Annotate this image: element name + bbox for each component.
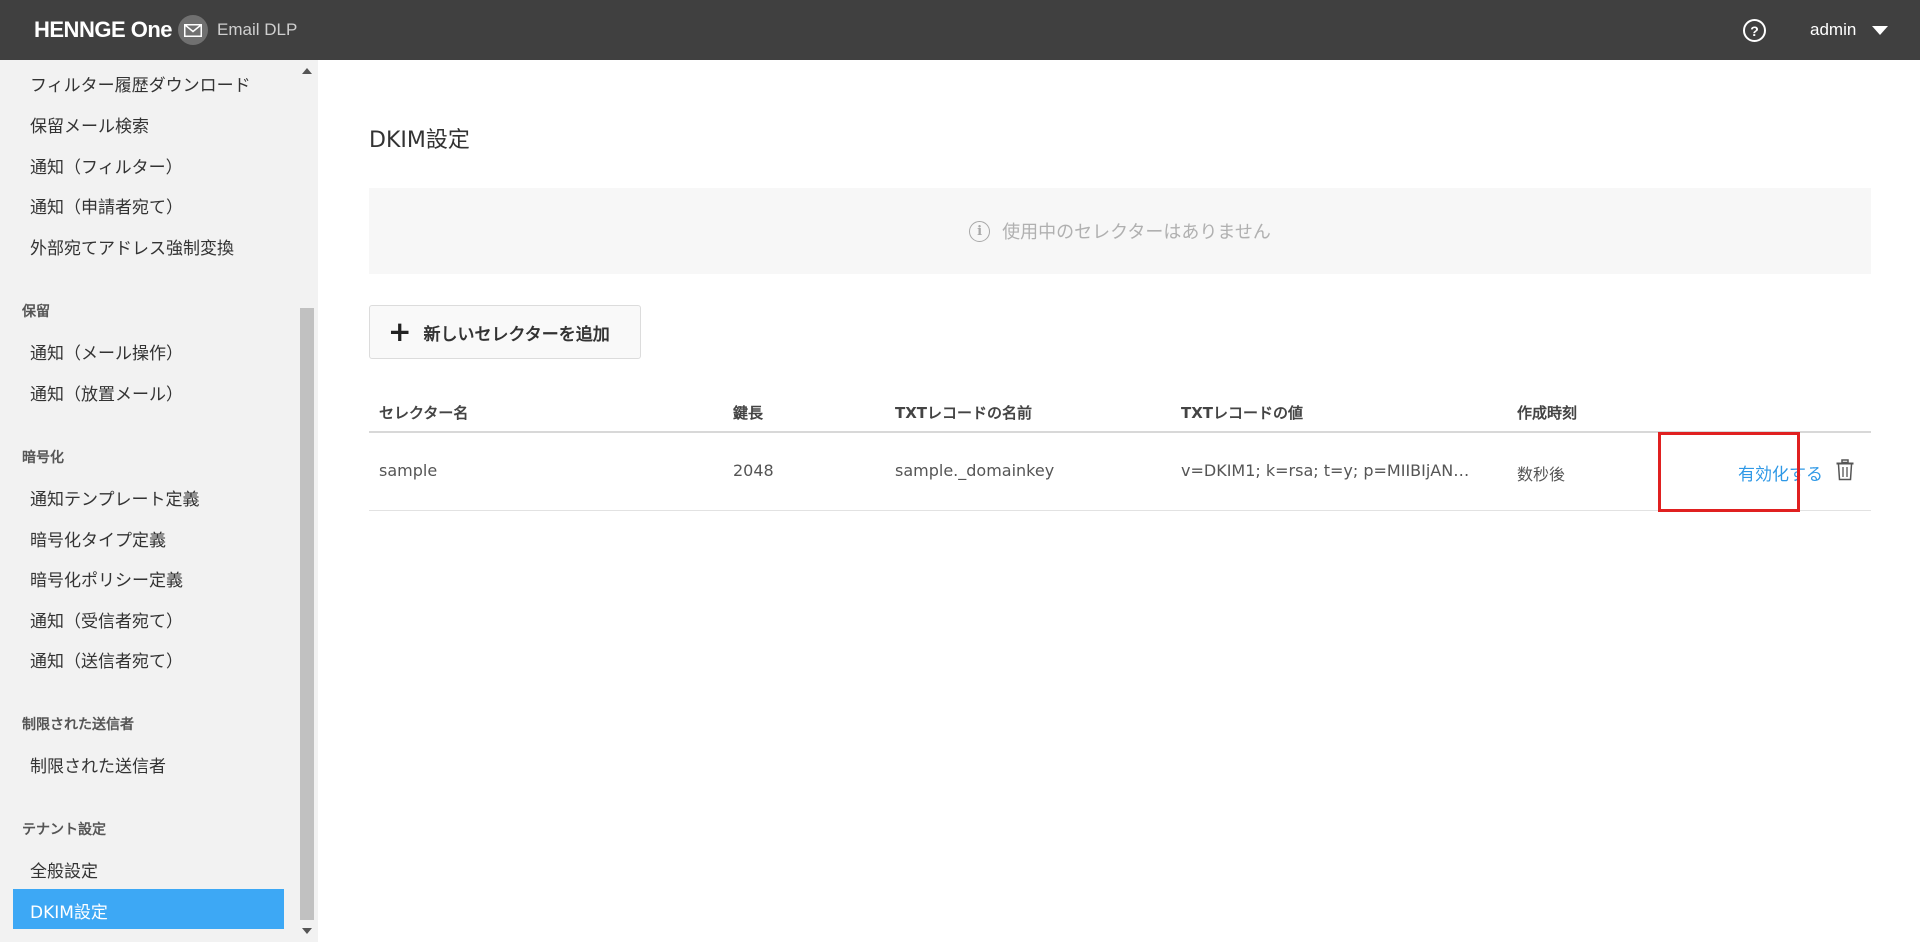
sidebar-item-external-address-conversion[interactable]: 外部宛てアドレス強制変換 [30, 234, 234, 259]
sidebar-section-hold: 保留 [22, 304, 50, 320]
brand-name: HENNGE One [34, 17, 173, 42]
mail-icon [178, 15, 209, 45]
sidebar-item-general-settings[interactable]: 全般設定 [30, 857, 98, 882]
sidebar-item-notify-abandoned-mail[interactable]: 通知（放置メール） [30, 380, 183, 405]
trash-icon[interactable] [1835, 459, 1857, 485]
sidebar-item-notify-template[interactable]: 通知テンプレート定義 [30, 485, 200, 510]
column-header-created: 作成時刻 [1517, 404, 1578, 422]
sidebar: フィルター履歴ダウンロード 保留メール検索 通知（フィルター） 通知（申請者宛て… [0, 60, 318, 942]
add-selector-label: 新しいセレクターを追加 [423, 324, 610, 345]
info-icon: i [969, 220, 991, 242]
sidebar-section-restricted-senders: 制限された送信者 [22, 717, 134, 733]
sidebar-item-restricted-senders[interactable]: 制限された送信者 [30, 752, 166, 777]
cell-txt-value: v=DKIM1; k=rsa; t=y; p=MIIBIjAN… [1181, 461, 1470, 480]
chevron-down-icon [1872, 25, 1889, 35]
sidebar-item-label: DKIM設定 [30, 903, 108, 923]
user-name: admin [1810, 20, 1857, 39]
product-name: Email DLP [217, 20, 298, 39]
column-header-key-length: 鍵長 [733, 404, 764, 422]
user-menu[interactable]: admin [1810, 0, 1889, 60]
sidebar-scrollbar[interactable] [298, 60, 316, 942]
scroll-down-icon[interactable] [302, 928, 312, 934]
cell-key-length: 2048 [733, 461, 774, 480]
sidebar-section-tenant-settings: テナント設定 [22, 822, 106, 838]
sidebar-item-notify-sender[interactable]: 通知（送信者宛て） [30, 647, 183, 672]
cell-created: 数秒後 [1517, 465, 1566, 484]
column-header-selector: セレクター名 [379, 404, 469, 422]
sidebar-item-encryption-type[interactable]: 暗号化タイプ定義 [30, 526, 166, 551]
sidebar-section-encryption: 暗号化 [22, 450, 64, 466]
cell-txt-name: sample._domainkey [895, 461, 1055, 480]
logo[interactable]: HENNGE One Email DLP [34, 0, 297, 60]
table-header: セレクター名 鍵長 TXTレコードの名前 TXTレコードの値 作成時刻 [369, 390, 1871, 433]
empty-selector-notice: i 使用中のセレクターはありません [369, 188, 1871, 274]
notice-text: 使用中のセレクターはありません [1002, 222, 1271, 243]
selector-table: セレクター名 鍵長 TXTレコードの名前 TXTレコードの値 作成時刻 samp… [369, 390, 1871, 511]
column-header-txt-name: TXTレコードの名前 [895, 404, 1033, 422]
table-row: sample 2048 sample._domainkey v=DKIM1; k… [369, 433, 1871, 511]
plus-icon: + [388, 315, 412, 348]
scroll-up-icon[interactable] [302, 68, 312, 74]
highlight-box [1658, 432, 1800, 512]
sidebar-item-notify-mail-operation[interactable]: 通知（メール操作） [30, 339, 183, 364]
sidebar-item-encryption-policy[interactable]: 暗号化ポリシー定義 [30, 566, 183, 591]
scroll-thumb[interactable] [300, 308, 314, 920]
sidebar-item-notify-applicant[interactable]: 通知（申請者宛て） [30, 193, 183, 218]
column-header-txt-value: TXTレコードの値 [1181, 404, 1304, 422]
cell-selector: sample [379, 461, 438, 480]
sidebar-item-notify-recipient[interactable]: 通知（受信者宛て） [30, 607, 183, 632]
add-selector-button[interactable]: + 新しいセレクターを追加 [369, 305, 641, 359]
help-icon[interactable]: ? [1743, 19, 1766, 42]
sidebar-item-held-mail-search[interactable]: 保留メール検索 [30, 112, 149, 137]
sidebar-item-filter-history-download[interactable]: フィルター履歴ダウンロード [30, 71, 251, 96]
top-bar: HENNGE One Email DLP ? admin [0, 0, 1920, 60]
page-title: DKIM設定 [369, 128, 470, 153]
sidebar-item-dkim-settings[interactable]: DKIM設定 [13, 889, 284, 929]
sidebar-item-notify-filter[interactable]: 通知（フィルター） [30, 153, 183, 178]
